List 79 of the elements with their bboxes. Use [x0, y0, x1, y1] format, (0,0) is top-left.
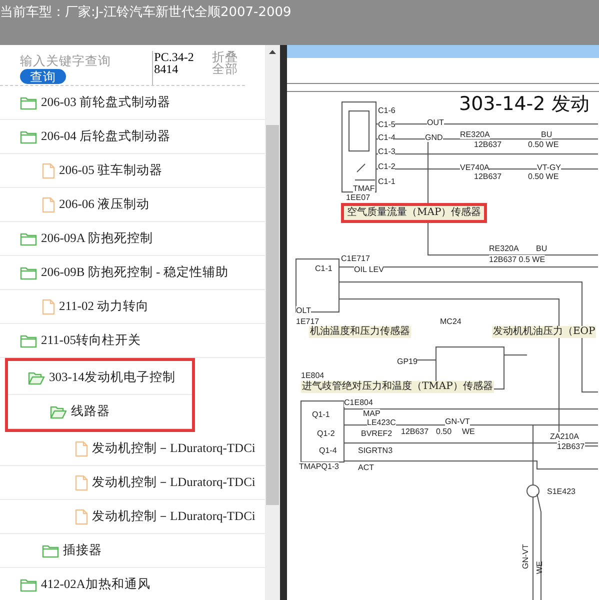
- component-caption: 进气歧管绝对压力和温度（TMAP）传感器: [301, 381, 494, 393]
- diagram-label: 12B637: [474, 172, 502, 181]
- search-field[interactable]: 输入关键字查询: [20, 51, 145, 69]
- diagram-label: RE320A: [489, 244, 519, 253]
- tree-item[interactable]: 发动机控制－LDuratorq-TDCi: [0, 500, 265, 534]
- diagram-label: C1-2: [378, 162, 396, 171]
- diagram-label: 0.50 WE: [528, 140, 559, 149]
- diagram-label: 1EE07: [346, 193, 370, 202]
- tree-item[interactable]: 206-03 前轮盘式制动器: [0, 86, 265, 120]
- diagram-label: RE320A: [460, 130, 490, 139]
- diagram-label: GP19: [397, 357, 418, 366]
- scrollbar-thumb[interactable]: [266, 125, 279, 505]
- diagram-label: OLT: [296, 306, 311, 315]
- diagram-label: BVREF2: [361, 429, 392, 438]
- tree-item[interactable]: 206-09B 防抱死控制 - 稳定性辅助: [0, 256, 265, 290]
- diagram-label: TMAF: [353, 184, 375, 193]
- diagram-label: MC24: [440, 317, 462, 326]
- tree-item[interactable]: 206-09A 防抱死控制: [0, 222, 265, 256]
- diagram-title: 303-14-2 发动: [459, 93, 590, 115]
- diagram-label: 12B637: [557, 442, 585, 451]
- tree-item[interactable]: 206-06 液压制动: [0, 188, 265, 222]
- component-caption: 机油温度和压力传感器: [309, 326, 411, 338]
- diagram-label: TMAPQ1-3: [299, 462, 340, 471]
- document-code: PC.34-28414: [152, 51, 195, 85]
- diagram-label: C1-5: [378, 120, 396, 129]
- component-caption: 空气质量流量（MAP）传感器: [341, 203, 488, 223]
- diagram-label: GND: [425, 133, 443, 142]
- model-name: 厂家:J-江铃汽车新世代全顺2007-2009: [65, 4, 292, 21]
- tree-item[interactable]: 303-14发动机电子控制: [8, 361, 192, 395]
- diagram-label: 1E717: [296, 317, 320, 326]
- diagram-label: GN-VT: [521, 544, 530, 569]
- tree-item[interactable]: 211-05转向柱开关: [0, 324, 265, 358]
- diagram-label: C1-4: [378, 133, 396, 142]
- tree-item[interactable]: 线路器: [8, 395, 192, 429]
- diagram-label: C1E717: [341, 254, 370, 263]
- diagram-label: WE: [535, 561, 544, 574]
- search-button[interactable]: 查询: [20, 69, 66, 84]
- diagram-label: ACT: [358, 463, 374, 472]
- component-caption: 发动机机油压力（EOP: [492, 326, 596, 338]
- model-label: 当前车型：: [0, 4, 65, 21]
- tree-item[interactable]: 206-05 驻车制动器: [0, 154, 265, 188]
- tree-item[interactable]: 发动机控制－LDuratorq-TDCi: [0, 432, 265, 466]
- diagram-label: OUT: [427, 118, 444, 127]
- diagram-label: LE423C: [367, 418, 396, 427]
- diagram-label: VE740A: [460, 163, 490, 172]
- diagram-label: C1-1: [378, 177, 396, 186]
- diagram-label: SIGRTN3: [358, 446, 393, 455]
- diagram-label: S1E423: [547, 487, 576, 496]
- diagram-label: Q1-1: [312, 410, 330, 419]
- diagram-label: Q1-4: [319, 446, 337, 455]
- diagram-label: BU: [541, 130, 552, 139]
- document-icon: [42, 298, 55, 314]
- diagram-label: C1-1: [315, 264, 332, 273]
- tree-item[interactable]: 插接器: [0, 534, 265, 568]
- diagram-label: 0.50: [436, 427, 452, 436]
- document-icon: [75, 474, 88, 490]
- diagram-label: ZA210A: [550, 432, 579, 441]
- diagram-label: C1-6: [378, 106, 396, 115]
- document-icon: [42, 196, 55, 212]
- diagram-label: C1-3: [378, 147, 396, 156]
- diagram-label: 1E804: [301, 371, 324, 380]
- diagram-label: C1E804: [344, 398, 373, 407]
- diagram-label: BU: [536, 244, 548, 253]
- diagram-label: WE: [462, 427, 475, 436]
- diagram-label: OIL LEV: [354, 265, 384, 274]
- tree-item[interactable]: 206-04 后轮盘式制动器: [0, 120, 265, 154]
- diagram-label: 12B637 0.5 WE: [489, 255, 546, 264]
- diagram-label: MAP: [363, 409, 380, 418]
- diagram-label: GN-VT: [445, 417, 470, 426]
- document-icon: [42, 162, 55, 178]
- tree-item[interactable]: 发动机控制－LDuratorq-TDCi: [0, 466, 265, 500]
- diagram-label: 12B637: [474, 140, 502, 149]
- diagram-label: Q1-2: [317, 429, 335, 438]
- diagram-label: VT-GY: [537, 163, 562, 172]
- document-icon: [75, 508, 88, 524]
- document-icon: [75, 440, 88, 456]
- diagram-label: 12B637: [401, 427, 429, 436]
- diagram-label: 0.50 WE: [528, 172, 559, 181]
- tree-item[interactable]: 211-02 动力转向: [0, 290, 265, 324]
